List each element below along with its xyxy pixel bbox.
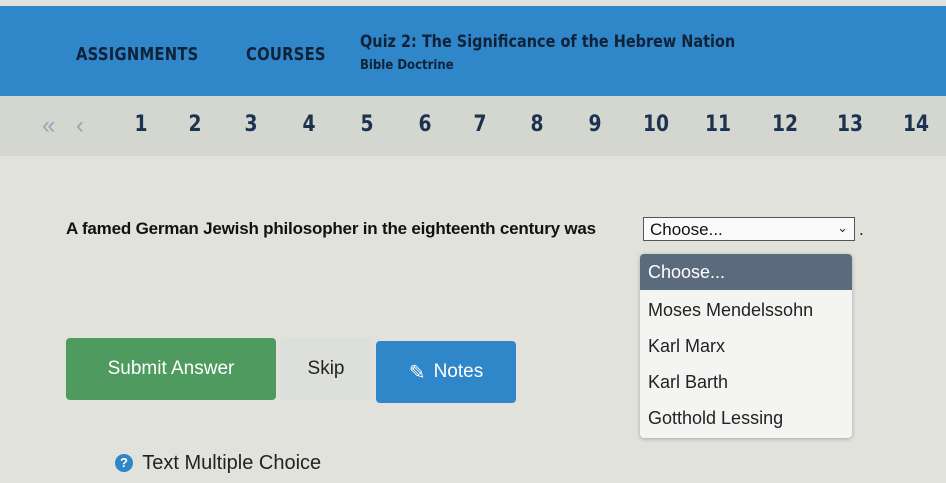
top-header: ASSIGNMENTS COURSES Quiz 2: The Signific… <box>0 6 946 96</box>
notes-button[interactable]: ✎ Notes <box>376 341 516 403</box>
double-chevron-left-icon[interactable]: « <box>42 112 55 140</box>
question-type: ? Text Multiple Choice <box>115 452 321 475</box>
submit-label: Submit Answer <box>107 358 235 379</box>
question-pager: « ‹ 1 2 3 4 5 6 7 8 9 10 11 12 13 14 <box>0 96 946 156</box>
skip-label: Skip <box>307 358 345 379</box>
option-moses-mendelssohn[interactable]: Moses Mendelssohn <box>640 292 852 328</box>
page-2[interactable]: 2 <box>188 112 201 137</box>
page-5[interactable]: 5 <box>360 112 373 137</box>
page-8[interactable]: 8 <box>530 112 543 137</box>
chevron-left-icon[interactable]: ‹ <box>76 112 84 140</box>
question-type-label: Text Multiple Choice <box>142 452 322 474</box>
notes-label: Notes <box>433 361 484 382</box>
page-13[interactable]: 13 <box>837 112 863 137</box>
nav-courses[interactable]: COURSES <box>246 44 326 65</box>
page-10[interactable]: 10 <box>643 112 669 137</box>
page-4[interactable]: 4 <box>302 112 315 137</box>
question-period: . <box>859 220 864 239</box>
select-value: Choose... <box>650 220 723 239</box>
edit-icon: ✎ <box>408 361 426 384</box>
option-choose[interactable]: Choose... <box>640 254 852 290</box>
page-6[interactable]: 6 <box>418 112 431 137</box>
page-11[interactable]: 11 <box>705 112 731 137</box>
skip-button[interactable]: Skip <box>280 338 372 400</box>
quiz-subtitle: Bible Doctrine <box>360 58 454 73</box>
chevron-down-icon: ⌄ <box>837 220 848 235</box>
option-karl-marx[interactable]: Karl Marx <box>640 328 852 364</box>
answer-dropdown-list: Choose... Moses Mendelssohn Karl Marx Ka… <box>640 254 852 438</box>
nav-assignments[interactable]: ASSIGNMENTS <box>76 44 199 65</box>
answer-select[interactable]: Choose... ⌄ <box>643 217 855 241</box>
page-12[interactable]: 12 <box>772 112 798 137</box>
question-text: A famed German Jewish philosopher in the… <box>66 219 596 238</box>
page-14[interactable]: 14 <box>903 112 929 137</box>
option-karl-barth[interactable]: Karl Barth <box>640 364 852 400</box>
page-3[interactable]: 3 <box>244 112 257 137</box>
page-7[interactable]: 7 <box>473 112 486 137</box>
page-9[interactable]: 9 <box>588 112 601 137</box>
submit-answer-button[interactable]: Submit Answer <box>66 338 276 400</box>
option-gotthold-lessing[interactable]: Gotthold Lessing <box>640 400 852 436</box>
question-circle-icon[interactable]: ? <box>115 454 133 472</box>
page-1[interactable]: 1 <box>134 112 147 137</box>
quiz-title: Quiz 2: The Significance of the Hebrew N… <box>360 32 736 52</box>
